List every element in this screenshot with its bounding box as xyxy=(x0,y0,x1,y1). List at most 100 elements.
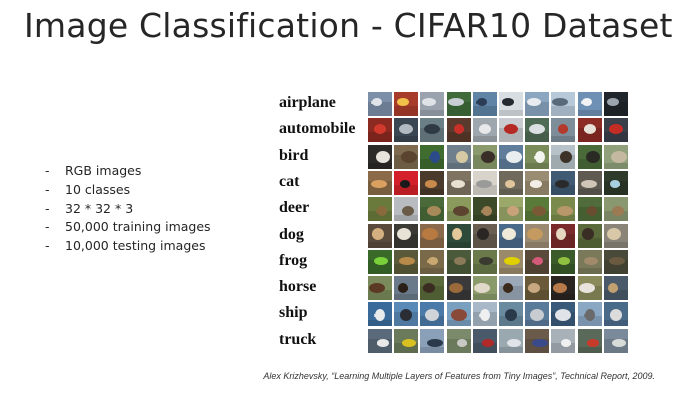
bullet-text: 50,000 training images xyxy=(65,219,211,235)
sample-image xyxy=(420,249,445,274)
sample-image xyxy=(603,328,628,353)
sample-image xyxy=(577,118,602,143)
sample-image xyxy=(603,170,628,195)
sample-image xyxy=(525,144,550,169)
sample-image xyxy=(394,328,419,353)
sample-image xyxy=(499,328,523,353)
sample-image xyxy=(394,118,419,143)
sample-image xyxy=(368,144,392,169)
sample-image xyxy=(577,249,602,274)
sample-image xyxy=(551,302,576,327)
bullet-item: -10,000 testing images xyxy=(45,237,211,256)
sample-image xyxy=(394,144,419,169)
sample-image xyxy=(577,302,602,327)
class-row-airplane: airplane xyxy=(279,92,639,118)
sample-image xyxy=(472,249,497,274)
sample-image xyxy=(420,276,445,301)
sample-image xyxy=(446,144,471,169)
sample-image xyxy=(603,197,628,222)
sample-image xyxy=(472,144,497,169)
sample-image xyxy=(420,170,445,195)
class-label: airplane xyxy=(279,94,336,111)
sample-image xyxy=(446,223,471,248)
class-row-ship: ship xyxy=(279,302,639,328)
sample-image xyxy=(499,249,523,274)
sample-image xyxy=(577,276,602,301)
class-row-bird: bird xyxy=(279,144,639,171)
sample-image xyxy=(499,276,523,301)
sample-image xyxy=(551,144,576,169)
sample-image xyxy=(499,170,523,195)
sample-image xyxy=(420,197,445,222)
class-label: dog xyxy=(279,225,304,243)
bullet-list: - RGB images -10 classes -32 * 32 * 3 -50… xyxy=(45,162,211,256)
sample-image xyxy=(603,118,628,143)
class-row-horse: horse xyxy=(279,276,639,302)
sample-image xyxy=(394,276,419,301)
sample-image xyxy=(420,328,445,353)
class-row-truck: truck xyxy=(279,328,639,355)
sample-image xyxy=(368,302,392,327)
sample-image xyxy=(472,223,497,248)
sample-image xyxy=(525,328,550,353)
sample-image xyxy=(577,170,602,195)
sample-image xyxy=(551,197,576,222)
bullet-dash: - xyxy=(45,200,50,216)
sample-image xyxy=(551,118,576,143)
sample-image xyxy=(551,328,576,353)
sample-image xyxy=(551,276,576,301)
sample-image xyxy=(446,92,471,116)
sample-image xyxy=(368,170,392,195)
class-row-frog: frog xyxy=(279,249,639,276)
sample-image xyxy=(394,170,419,195)
sample-image xyxy=(394,92,419,116)
sample-image xyxy=(525,170,550,195)
sample-image xyxy=(603,276,628,301)
bullet-text: RGB images xyxy=(65,163,142,178)
sample-image xyxy=(603,249,628,274)
sample-image xyxy=(525,197,550,222)
sample-image xyxy=(394,249,419,274)
class-row-cat: cat xyxy=(279,170,639,197)
sample-image xyxy=(603,302,628,327)
sample-image xyxy=(394,223,419,248)
class-label: horse xyxy=(279,278,317,296)
sample-image xyxy=(368,197,392,222)
class-row-automobile: automobile xyxy=(279,118,639,144)
slide-title: Image Classification - CIFAR10 Dataset xyxy=(24,6,673,45)
bullet-item: - RGB images xyxy=(45,162,211,181)
sample-image xyxy=(499,144,523,169)
sample-image xyxy=(420,118,445,143)
bullet-item: -50,000 training images xyxy=(45,218,211,237)
sample-image xyxy=(472,276,497,301)
sample-image xyxy=(368,223,392,248)
sample-image xyxy=(368,118,392,143)
sample-image xyxy=(472,170,497,195)
sample-image xyxy=(472,302,497,327)
sample-image xyxy=(603,223,628,248)
sample-image xyxy=(551,92,576,116)
sample-image xyxy=(446,276,471,301)
sample-image xyxy=(368,92,392,116)
class-label: frog xyxy=(279,251,308,269)
sample-image xyxy=(551,249,576,274)
cifar10-sample-grid: airplane automobile bird cat deer dog frog hors… xyxy=(279,92,639,358)
sample-image xyxy=(603,144,628,169)
sample-image xyxy=(525,302,550,327)
sample-image xyxy=(472,92,497,116)
sample-image xyxy=(446,328,471,353)
sample-image xyxy=(420,302,445,327)
sample-image xyxy=(446,197,471,222)
class-label: truck xyxy=(279,330,317,348)
sample-image xyxy=(551,170,576,195)
sample-image xyxy=(577,223,602,248)
class-label: deer xyxy=(279,199,310,217)
sample-image xyxy=(499,223,523,248)
sample-image xyxy=(446,249,471,274)
sample-image xyxy=(525,276,550,301)
sample-image xyxy=(577,92,602,116)
bullet-text: 10 classes xyxy=(65,181,131,197)
bullet-item: -32 * 32 * 3 xyxy=(45,200,211,219)
sample-image xyxy=(525,92,550,116)
sample-image xyxy=(472,328,497,353)
